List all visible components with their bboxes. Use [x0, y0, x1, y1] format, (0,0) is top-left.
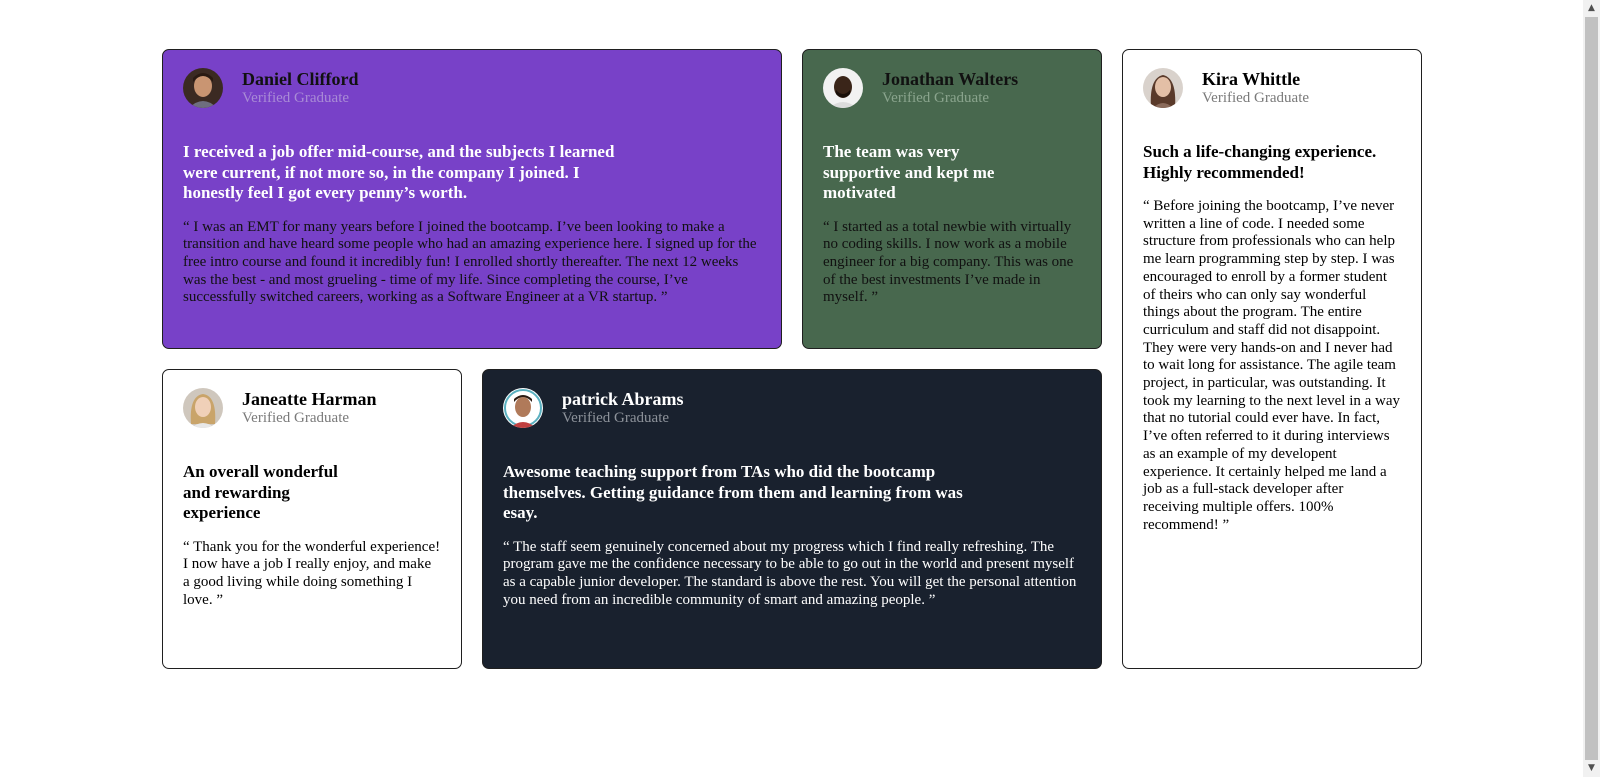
- testimonial-header: Daniel Clifford Verified Graduate: [183, 68, 761, 112]
- testimonial-headline: Such a life-changing experience. Highly …: [1143, 142, 1377, 182]
- author-info: Daniel Clifford Verified Graduate: [242, 69, 359, 107]
- author-role: Verified Graduate: [882, 90, 990, 106]
- testimonial-card-kira: Kira Whittle Verified Graduate Such a li…: [1122, 49, 1422, 669]
- testimonial-header: Janeatte Harman Verified Graduate: [183, 388, 441, 432]
- testimonial-headline: The team was very supportive and kept me…: [823, 142, 995, 202]
- author-role: Verified Graduate: [242, 90, 350, 106]
- triangle-up-icon[interactable]: ▲: [1583, 0, 1600, 17]
- testimonial-quote: “ Before joining the bootcamp, I’ve neve…: [1143, 198, 1401, 533]
- testimonial-card-janeatte: Janeatte Harman Verified Graduate An ove…: [162, 369, 462, 669]
- avatar: [183, 388, 223, 428]
- testimonial-header: Kira Whittle Verified Graduate: [1143, 68, 1401, 112]
- author-info: Kira Whittle Verified Graduate: [1202, 69, 1309, 107]
- triangle-down-icon[interactable]: ▼: [1583, 760, 1600, 777]
- author-name: Kira Whittle: [1202, 69, 1301, 89]
- author-role: Verified Graduate: [242, 410, 350, 426]
- avatar: [823, 68, 863, 108]
- vertical-scrollbar[interactable]: ▲ ▼: [1583, 0, 1600, 777]
- avatar: [183, 68, 223, 108]
- testimonial-header: Jonathan Walters Verified Graduate: [823, 68, 1081, 112]
- testimonial-card-daniel: Daniel Clifford Verified Graduate I rece…: [162, 49, 782, 349]
- testimonial-quote: “ I was an EMT for many years before I j…: [183, 218, 757, 306]
- author-name: Jonathan Walters: [882, 69, 1019, 89]
- testimonial-card-jonathan: Jonathan Walters Verified Graduate The t…: [802, 49, 1102, 349]
- author-info: Janeatte Harman Verified Graduate: [242, 389, 376, 427]
- author-name: Janeatte Harman: [242, 389, 377, 409]
- author-info: Jonathan Walters Verified Graduate: [882, 69, 1018, 107]
- testimonial-quote: “ The staff seem genuinely concerned abo…: [503, 538, 1077, 608]
- testimonial-quote: “ I started as a total newbie with virtu…: [823, 218, 1074, 306]
- testimonial-quote: “ Thank you for the wonderful experience…: [183, 538, 441, 608]
- author-role: Verified Graduate: [1202, 90, 1310, 106]
- testimonial-header: patrick Abrams Verified Graduate: [503, 388, 1081, 432]
- testimonial-headline: I received a job offer mid-course, and t…: [183, 142, 615, 202]
- testimonial-card-patrick: patrick Abrams Verified Graduate Awesome…: [482, 369, 1102, 669]
- avatar: [1143, 68, 1183, 108]
- author-name: Daniel Clifford: [242, 69, 359, 89]
- avatar: [503, 388, 543, 428]
- author-role: Verified Graduate: [562, 410, 670, 426]
- author-info: patrick Abrams Verified Graduate: [562, 389, 684, 427]
- scrollbar-thumb[interactable]: [1585, 17, 1598, 760]
- author-name: patrick Abrams: [562, 389, 684, 409]
- testimonial-headline: Awesome teaching support from TAs who di…: [503, 462, 963, 522]
- testimonial-headline: An overall wonderful and rewarding exper…: [183, 462, 338, 522]
- testimonials-grid: Daniel Clifford Verified Graduate I rece…: [162, 49, 1422, 669]
